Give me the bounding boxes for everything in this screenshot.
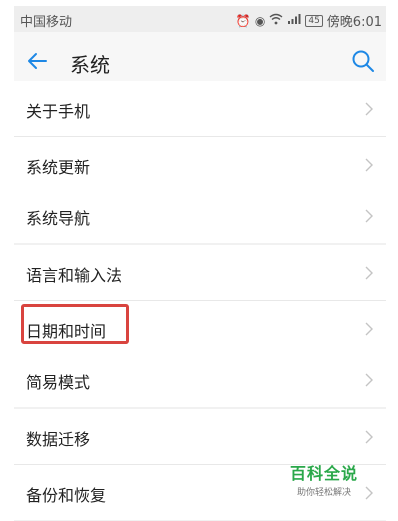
setting-system-navigation[interactable]: 系统导航 (14, 188, 386, 243)
chevron-right-icon (365, 209, 373, 223)
battery-icon: 45 (305, 14, 323, 27)
setting-label: 简易模式 (26, 373, 91, 392)
screenshot-frame: 中国移动 ⏰ ◉ 45 傍晚6:01 系统 关于手机 系统更新 系统导航 语言和… (0, 0, 398, 521)
watermark-logo: 百科全说 助你轻松解决 (278, 460, 370, 498)
setting-label: 系统导航 (26, 209, 91, 228)
carrier-label: 中国移动 (20, 15, 73, 30)
wifi-icon (269, 13, 283, 28)
alarm-icon: ⏰ (235, 13, 251, 28)
search-icon (352, 50, 374, 72)
chevron-right-icon (365, 102, 373, 116)
chevron-right-icon (365, 430, 373, 444)
eye-icon: ◉ (254, 13, 266, 28)
setting-system-update[interactable]: 系统更新 (14, 137, 386, 192)
arrow-left-icon (28, 53, 47, 69)
status-icons: ⏰ ◉ 45 傍晚6:01 (235, 11, 382, 31)
settings-group-2: 系统导航 (14, 188, 386, 243)
chevron-right-icon (365, 158, 373, 172)
status-bar: 中国移动 ⏰ ◉ 45 傍晚6:01 (14, 6, 386, 32)
setting-label: 数据迁移 (26, 430, 91, 449)
settings-group-1: 关于手机 系统更新 (14, 81, 386, 192)
search-button[interactable] (350, 48, 376, 74)
chevron-right-icon (365, 266, 373, 280)
settings-group-4: 简易模式 (14, 352, 386, 407)
watermark-subtitle: 助你轻松解决 (296, 488, 351, 498)
chevron-right-icon (365, 322, 373, 336)
setting-language-input[interactable]: 语言和输入法 (14, 245, 386, 301)
back-button[interactable] (24, 48, 50, 74)
chevron-right-icon (365, 373, 373, 387)
setting-label: 关于手机 (26, 102, 91, 121)
clock: 傍晚6:01 (326, 15, 382, 30)
signal-icon (287, 13, 301, 28)
watermark-title: 百科全说 (289, 464, 358, 483)
setting-label: 备份和恢复 (26, 486, 107, 505)
setting-label: 语言和输入法 (26, 266, 123, 285)
page-title: 系统 (70, 53, 110, 77)
highlight-box (21, 304, 129, 344)
setting-label: 系统更新 (26, 158, 91, 177)
setting-about-phone[interactable]: 关于手机 (14, 81, 386, 137)
setting-simple-mode[interactable]: 简易模式 (14, 352, 386, 407)
phone-screen: 中国移动 ⏰ ◉ 45 傍晚6:01 系统 关于手机 系统更新 系统导航 语言和… (14, 6, 386, 521)
setting-data-migration[interactable]: 数据迁移 (14, 409, 386, 465)
